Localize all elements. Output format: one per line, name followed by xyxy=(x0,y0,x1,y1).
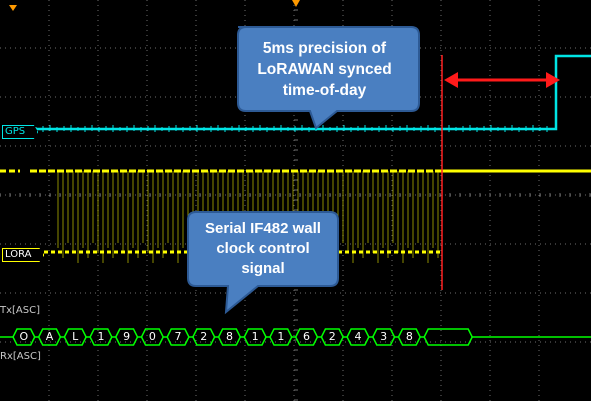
decoded-byte: 0 xyxy=(148,330,156,343)
lora-channel-label: LORA xyxy=(5,249,32,260)
decoded-byte: 7 xyxy=(174,330,182,343)
decoded-byte: 1 xyxy=(251,330,259,343)
gps-channel-label: GPS xyxy=(5,126,26,137)
decoded-byte: 1 xyxy=(277,330,285,343)
arrow-left-icon xyxy=(444,72,458,88)
serial-callout-line-1: Serial IF482 wall xyxy=(205,220,321,237)
top-arrow-icon xyxy=(9,5,17,11)
precision-callout-line-2: LoRAWAN synced xyxy=(257,60,392,78)
rx-channel-label[interactable]: Rx[ASC] xyxy=(0,351,41,362)
serial-callout-line-2: clock control xyxy=(216,240,310,257)
decoded-byte: 4 xyxy=(354,330,362,343)
trigger-marker-icon xyxy=(292,0,300,7)
precision-callout-line-3: time-of-day xyxy=(282,81,367,99)
decoded-byte: 3 xyxy=(380,330,388,343)
lora-channel-tag[interactable]: LORA xyxy=(2,248,45,262)
decoded-byte: A xyxy=(45,330,54,343)
gps-channel-tag[interactable]: GPS xyxy=(2,125,39,139)
interval-arrow xyxy=(444,72,560,88)
oscilloscope-display: GPS LORA Tx[ASC] Rx[ASC] O A L 1 9 0 7 2 8 1 1 6 2 4 3… xyxy=(0,0,591,401)
decoded-byte: L xyxy=(72,330,79,343)
decoded-byte: 8 xyxy=(225,330,233,343)
decoded-byte: 1 xyxy=(97,330,105,343)
serial-callout: Serial IF482 wall clock control signal xyxy=(188,212,338,286)
decoded-byte: 2 xyxy=(328,330,336,343)
precision-callout: 5ms precision of LoRAWAN synced time-of-… xyxy=(238,27,411,111)
precision-callout-line-1: 5ms precision of xyxy=(262,39,387,57)
decoded-byte: O xyxy=(19,330,29,343)
decoded-byte: 8 xyxy=(405,330,413,343)
tx-channel-label[interactable]: Tx[ASC] xyxy=(0,305,40,316)
decoded-byte: 6 xyxy=(303,330,311,343)
decoded-byte: 9 xyxy=(123,330,131,343)
decoded-byte: 2 xyxy=(200,330,208,343)
serial-callout-line-3: signal xyxy=(241,260,285,277)
arrow-right-icon xyxy=(546,72,560,88)
